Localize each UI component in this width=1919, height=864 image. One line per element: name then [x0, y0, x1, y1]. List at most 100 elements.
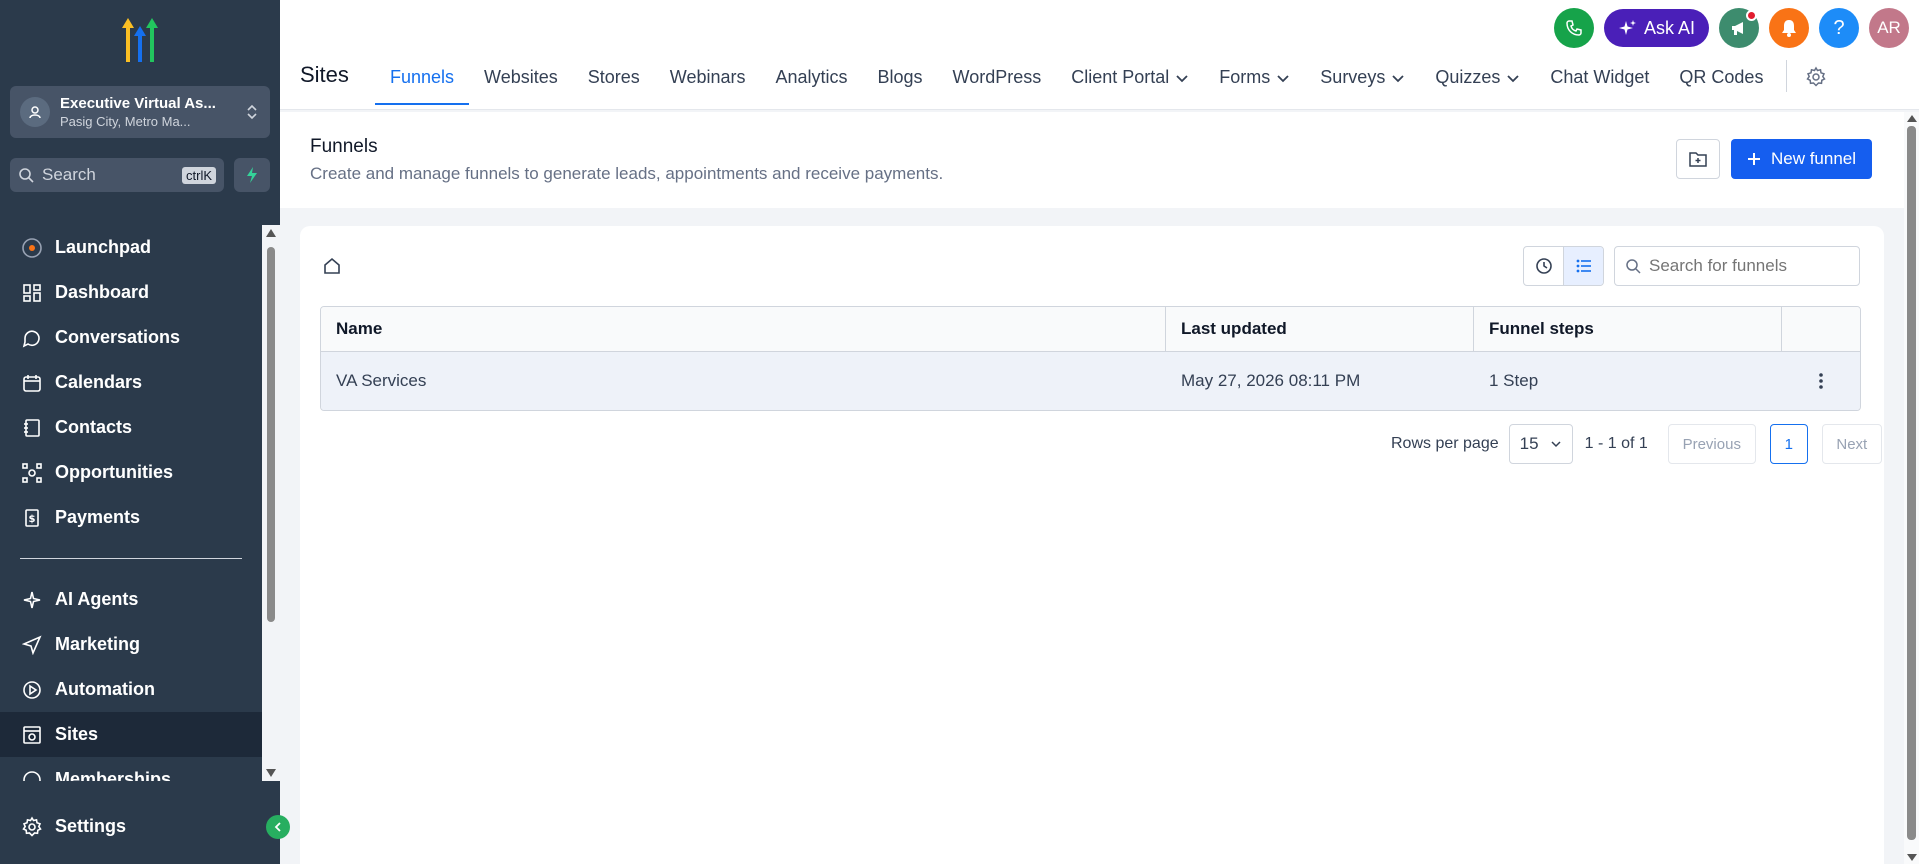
home-icon[interactable]	[322, 256, 342, 281]
column-header-last-updated[interactable]: Last updated	[1166, 307, 1474, 351]
phone-button[interactable]	[1553, 8, 1594, 48]
tab-forms[interactable]: Forms	[1204, 60, 1305, 105]
sidebar-item-sites[interactable]: Sites	[0, 712, 262, 757]
sidebar-nav: Launchpad Dashboard Conversations Calend…	[0, 225, 262, 781]
scrollbar-thumb[interactable]	[267, 247, 275, 622]
sparkle-icon	[20, 588, 44, 612]
tab-label: QR Codes	[1679, 67, 1764, 87]
clock-icon	[1535, 258, 1552, 274]
chevron-down-icon	[1507, 75, 1519, 83]
pagination: Rows per page 15 1 - 1 of 1 Previous 1 N…	[1391, 424, 1882, 464]
tab-stores[interactable]: Stores	[573, 60, 655, 105]
scroll-up-arrow-icon[interactable]	[266, 229, 276, 237]
sidebar-item-opportunities[interactable]: Opportunities	[0, 450, 262, 495]
sidebar-item-conversations[interactable]: Conversations	[0, 315, 262, 360]
list-view-button[interactable]	[1563, 247, 1603, 285]
rows-per-page-label: Rows per page	[1391, 435, 1499, 452]
account-name: Executive Virtual As...	[60, 95, 216, 112]
row-actions-button[interactable]	[1782, 352, 1860, 410]
scrollbar-thumb[interactable]	[1907, 126, 1916, 840]
tab-surveys[interactable]: Surveys	[1305, 60, 1420, 105]
sidebar-item-dashboard[interactable]: Dashboard	[0, 270, 262, 315]
tab-webinars[interactable]: Webinars	[655, 60, 761, 105]
bell-icon	[1782, 20, 1796, 37]
scroll-up-arrow-icon[interactable]	[1907, 115, 1917, 122]
tab-qr-codes[interactable]: QR Codes	[1664, 60, 1778, 105]
sites-settings-button[interactable]	[1795, 60, 1837, 105]
sidebar-item-label: Conversations	[55, 327, 181, 347]
column-header-name[interactable]: Name	[321, 307, 1166, 351]
main-scrollbar[interactable]	[1904, 112, 1919, 864]
sidebar-scrollbar[interactable]	[262, 225, 280, 781]
rows-per-page-select[interactable]: 15	[1508, 424, 1573, 464]
new-folder-button[interactable]	[1676, 139, 1720, 179]
sidebar-item-contacts[interactable]: Contacts	[0, 405, 262, 450]
tab-label: Quizzes	[1435, 67, 1501, 87]
recent-view-button[interactable]	[1524, 247, 1563, 285]
tab-client-portal[interactable]: Client Portal	[1056, 60, 1204, 105]
tab-wordpress[interactable]: WordPress	[938, 60, 1057, 105]
sidebar-item-label: Memberships	[55, 769, 172, 781]
sidebar-item-marketing[interactable]: Marketing	[0, 622, 262, 667]
sidebar-item-automation[interactable]: Automation	[0, 667, 262, 712]
sidebar-item-launchpad[interactable]: Launchpad	[0, 225, 262, 270]
sidebar-item-label: Calendars	[55, 372, 143, 392]
top-bar: Ask AI ? AR Sites Funnels Websites Store…	[280, 0, 1919, 110]
new-funnel-button[interactable]: New funnel	[1731, 139, 1872, 179]
section-subtitle: Create and manage funnels to generate le…	[310, 164, 944, 183]
app-logo[interactable]	[112, 16, 168, 64]
tabs-divider	[1786, 60, 1788, 92]
tab-quizzes[interactable]: Quizzes	[1420, 60, 1535, 105]
scroll-down-arrow-icon[interactable]	[266, 769, 276, 777]
calendar-icon	[20, 371, 44, 395]
sidebar-item-label: Sites	[55, 724, 99, 744]
tab-blogs[interactable]: Blogs	[863, 60, 938, 105]
announcements-button[interactable]	[1719, 8, 1759, 48]
column-header-funnel-steps[interactable]: Funnel steps	[1474, 307, 1782, 351]
sidebar-item-settings[interactable]: Settings	[0, 804, 262, 849]
tab-label: Webinars	[669, 67, 746, 87]
tab-label: Websites	[484, 67, 558, 87]
folder-plus-icon	[1689, 152, 1707, 167]
tab-analytics[interactable]: Analytics	[760, 60, 862, 105]
opportunities-icon	[20, 461, 44, 485]
avatar[interactable]: AR	[1869, 8, 1909, 48]
next-page-button[interactable]: Next	[1821, 424, 1882, 464]
payments-icon: $	[20, 506, 44, 530]
funnel-name[interactable]: VA Services	[321, 352, 1166, 410]
megaphone-icon	[1732, 22, 1743, 35]
chevron-down-icon	[1551, 441, 1561, 448]
sidebar-item-payments[interactable]: $ Payments	[0, 495, 262, 540]
sidebar-item-calendars[interactable]: Calendars	[0, 360, 262, 405]
pagination-range: 1 - 1 of 1	[1584, 435, 1648, 452]
tab-websites[interactable]: Websites	[469, 60, 573, 105]
sidebar-item-label: Contacts	[55, 417, 133, 437]
funnel-search[interactable]	[1614, 246, 1860, 286]
previous-page-button[interactable]: Previous	[1667, 424, 1756, 464]
help-button[interactable]: ?	[1819, 8, 1859, 48]
tab-label: Forms	[1219, 67, 1271, 87]
phone-icon	[1566, 20, 1582, 36]
page-title: Sites	[300, 62, 349, 87]
sidebar-item-ai-agents[interactable]: AI Agents	[0, 577, 262, 622]
collapse-sidebar-button[interactable]	[266, 815, 290, 839]
column-header-actions	[1782, 307, 1860, 351]
tab-chat-widget[interactable]: Chat Widget	[1535, 60, 1664, 105]
quick-action-button[interactable]	[234, 158, 270, 192]
table-row[interactable]: VA Services May 27, 2026 08:11 PM 1 Step	[321, 352, 1860, 410]
funnel-search-input[interactable]	[1649, 256, 1849, 276]
sidebar-search[interactable]: Search ctrlK	[10, 158, 224, 192]
more-vertical-icon	[1819, 373, 1823, 389]
account-location: Pasig City, Metro Ma...	[60, 114, 191, 129]
page-number-button[interactable]: 1	[1769, 424, 1808, 464]
sidebar-item-memberships[interactable]: Memberships	[0, 757, 262, 781]
account-switcher[interactable]: Executive Virtual As... Pasig City, Metr…	[10, 86, 270, 138]
plus-icon	[1747, 153, 1760, 165]
ask-ai-button[interactable]: Ask AI	[1603, 9, 1709, 47]
tab-label: Analytics	[775, 67, 848, 87]
tab-funnels[interactable]: Funnels	[375, 60, 470, 105]
automation-icon	[20, 678, 44, 702]
notifications-button[interactable]	[1769, 8, 1809, 48]
scroll-down-arrow-icon[interactable]	[1907, 854, 1917, 861]
list-icon	[1576, 259, 1591, 273]
